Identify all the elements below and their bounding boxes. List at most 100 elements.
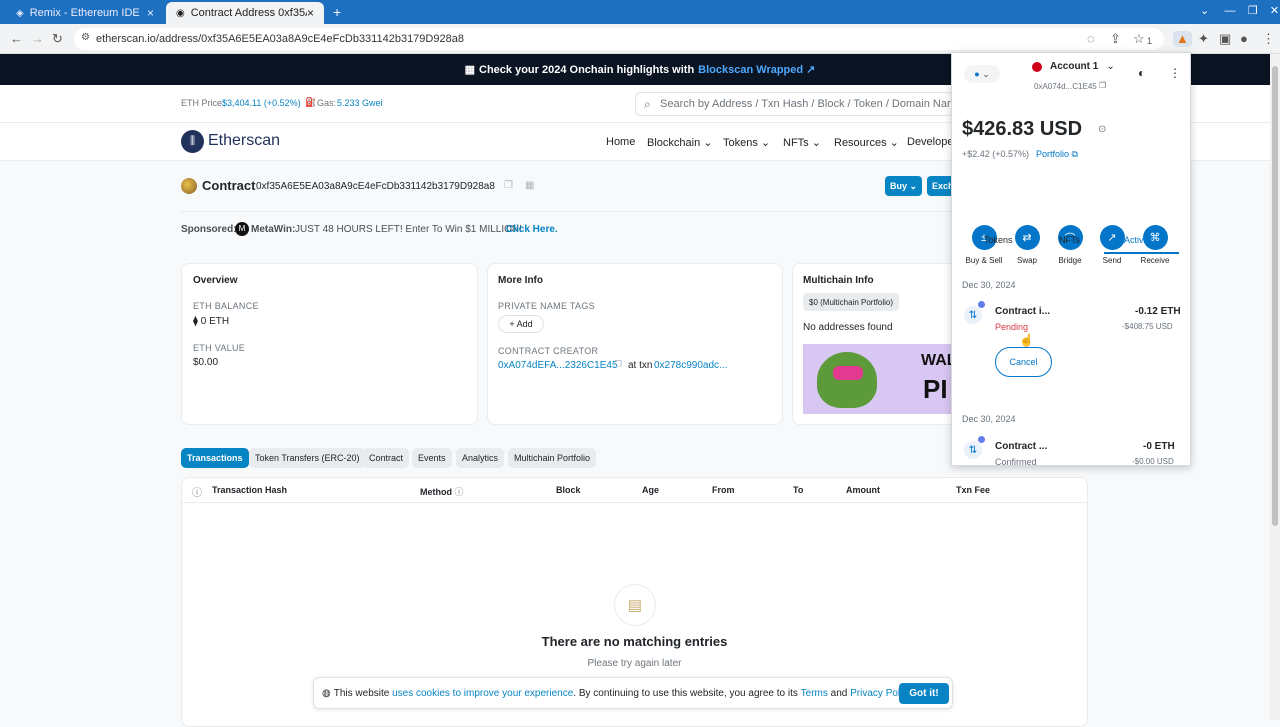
forward-icon[interactable]: → (31, 31, 44, 47)
active-tab-underline (1104, 252, 1179, 254)
activity-title[interactable]: Contract ... (995, 441, 1047, 452)
search-input[interactable]: ⌕ Search by Address / Txn Hash / Block /… (635, 92, 962, 116)
cancel-tx-button[interactable]: Cancel (995, 347, 1052, 377)
etherscan-logo-icon[interactable]: ⫼ (181, 130, 204, 153)
eye-off-icon[interactable]: ◌ (1087, 31, 1095, 47)
cookie-notice: ◍ This website uses cookies to improve y… (313, 677, 953, 709)
qr-code-icon[interactable]: ▦ (525, 180, 534, 191)
close-tab-icon[interactable]: × (147, 6, 154, 20)
buy-button[interactable]: Buy ⌄ (885, 176, 922, 196)
blockscan-wrapped-link[interactable]: Blockscan Wrapped ↗ (698, 63, 815, 76)
mm-tab-tokens[interactable]: Tokens (984, 235, 1013, 245)
extensions-puzzle-icon[interactable]: ✦ (1198, 31, 1209, 47)
mm-tab-nfts[interactable]: NFTs (1059, 235, 1080, 245)
new-tab-icon[interactable]: + (333, 4, 341, 20)
cookie-icon: ◍ (322, 687, 331, 699)
bookmark-star-icon[interactable]: ☆ (1133, 31, 1145, 47)
browser-tab-strip: ◈ Remix - Ethereum IDE × ◉ Contract Addr… (0, 0, 1280, 24)
restore-icon[interactable]: ❐ (1248, 5, 1258, 17)
sponsored-ad-image[interactable]: WALL PI (803, 344, 971, 414)
nav-nfts[interactable]: NFTs ⌄ (783, 136, 821, 149)
th-method: Method ⓘ (420, 487, 464, 497)
nav-tokens[interactable]: Tokens ⌄ (723, 136, 770, 149)
info-icon[interactable]: ⓘ (455, 487, 464, 497)
tab-events[interactable]: Events (412, 448, 452, 468)
th-txn-fee[interactable]: Txn Fee (956, 485, 990, 495)
activity-amount: -0 ETH (1143, 441, 1175, 452)
balance-change: +$2.42 (+0.57%) (962, 149, 1030, 159)
activity-usd: -$0.00 USD (1132, 457, 1174, 466)
browser-toolbar: ← → ↻ ⚙ etherscan.io/address/0xf35A6E5EA… (0, 24, 1280, 54)
scrollbar-thumb[interactable] (1272, 66, 1278, 526)
ethereum-icon: ⧫ (193, 316, 198, 327)
page-scrollbar[interactable] (1270, 54, 1280, 720)
copy-address-icon[interactable]: ❐ (1099, 81, 1106, 90)
eth-price[interactable]: $3,404.11 (+0.52%) (222, 98, 301, 108)
browser-menu-icon[interactable]: ⋮ (1262, 31, 1275, 47)
close-tab-icon[interactable]: × (307, 6, 314, 20)
account-address: 0xA074d...C1E45 (1034, 82, 1097, 91)
connected-site-icon[interactable]: ◐ (1138, 66, 1145, 80)
window-controls: ⌄ — ❐ ✕ (1200, 4, 1279, 17)
share-icon[interactable]: ⇪ (1110, 31, 1121, 47)
exchange-button[interactable]: Exch (927, 176, 951, 196)
terms-link[interactable]: Terms (801, 688, 828, 699)
activity-title[interactable]: Contract i... (995, 306, 1050, 317)
chevron-down-icon: ⌄ (811, 137, 821, 149)
address-bar[interactable]: ⚙ etherscan.io/address/0xf35A6E5EA03a8A9… (74, 28, 1164, 50)
site-info-icon[interactable]: ⚙ (81, 32, 90, 43)
sponsor-cta-link[interactable]: Click Here. (506, 224, 558, 235)
receive-button[interactable]: ⌘ Receive (1130, 225, 1180, 265)
tab-analytics[interactable]: Analytics (456, 448, 505, 468)
eth-value: $0.00 (193, 357, 219, 368)
overview-card: Overview ETH BALANCE ⧫ 0 ETH ETH VALUE $… (181, 263, 478, 425)
tab-contract[interactable]: Contract (363, 448, 410, 468)
currency-settings-icon[interactable]: ⊙ (1098, 124, 1106, 135)
gas-price[interactable]: 5.233 Gwei (337, 98, 383, 108)
portfolio-link[interactable]: Portfolio ⧉ (1036, 149, 1078, 160)
close-window-icon[interactable]: ✕ (1270, 5, 1279, 17)
tab-etherscan[interactable]: ◉ Contract Address 0xf35A6E5EA0 × (166, 2, 324, 24)
activity-amount: -0.12 ETH (1135, 306, 1181, 317)
side-panel-icon[interactable]: ▣ (1219, 31, 1231, 47)
copy-icon[interactable]: ❐ (504, 180, 513, 191)
contract-address: 0xf35A6E5EA03a8A9cE4eFcDb331142b3179D928… (256, 181, 495, 192)
copy-icon[interactable]: ❐ (614, 359, 622, 370)
minimize-icon[interactable]: — (1225, 5, 1236, 17)
contract-creator-link[interactable]: 0xA074dEFA...2326C1E45 (498, 360, 618, 371)
account-picker[interactable]: Account 1 ⌄ (1032, 61, 1115, 72)
th-amount[interactable]: Amount (846, 485, 880, 495)
sponsor-text: JUST 48 HOURS LEFT! Enter To Win $1 MILL… (295, 224, 522, 235)
profile-icon[interactable]: ● (1240, 31, 1248, 47)
tab-multichain-portfolio[interactable]: Multichain Portfolio (508, 448, 597, 468)
eth-badge-icon (978, 301, 985, 308)
empty-title: There are no matching entries (541, 634, 728, 649)
help-icon[interactable]: ⓘ (192, 484, 202, 499)
metamask-fox-icon[interactable]: ▲ (1173, 31, 1192, 47)
nav-home[interactable]: Home (606, 136, 635, 148)
reload-icon[interactable]: ↻ (52, 31, 63, 47)
account-menu-icon[interactable]: ⋮ (1169, 66, 1181, 80)
chevron-down-icon: ⌄ (1106, 61, 1115, 72)
tab-token-transfers[interactable]: Token Transfers (ERC-20) (249, 448, 366, 468)
creation-txn-link[interactable]: 0x278c990adc... (654, 360, 727, 371)
got-it-button[interactable]: Got it! (899, 683, 949, 704)
tab-remix[interactable]: ◈ Remix - Ethereum IDE × (6, 2, 164, 24)
tab-search-icon[interactable]: ⌄ (1200, 5, 1209, 17)
network-picker[interactable]: ● ⌄ (964, 65, 1000, 83)
back-icon[interactable]: ← (10, 31, 23, 47)
nav-blockchain[interactable]: Blockchain ⌄ (647, 136, 712, 149)
eth-balance-value: ⧫ 0 ETH (193, 316, 230, 327)
multichain-portfolio-badge[interactable]: $0 (Multichain Portfolio) (803, 293, 900, 311)
tab-transactions[interactable]: Transactions (181, 448, 249, 468)
search-icon: ⌕ (644, 97, 651, 111)
cookies-link[interactable]: uses cookies to improve your experience (392, 688, 573, 699)
nav-resources[interactable]: Resources ⌄ (834, 136, 899, 149)
contract-interaction-icon: ⇅ (964, 441, 982, 459)
etherscan-logo-text[interactable]: Etherscan (208, 132, 280, 150)
activity-date: Dec 30, 2024 (962, 414, 1016, 424)
nav-developers[interactable]: Developer (907, 136, 957, 148)
add-tag-button[interactable]: + Add (498, 315, 544, 333)
th-age[interactable]: Age (642, 485, 659, 495)
mm-tab-activity[interactable]: Activity (1124, 235, 1153, 245)
